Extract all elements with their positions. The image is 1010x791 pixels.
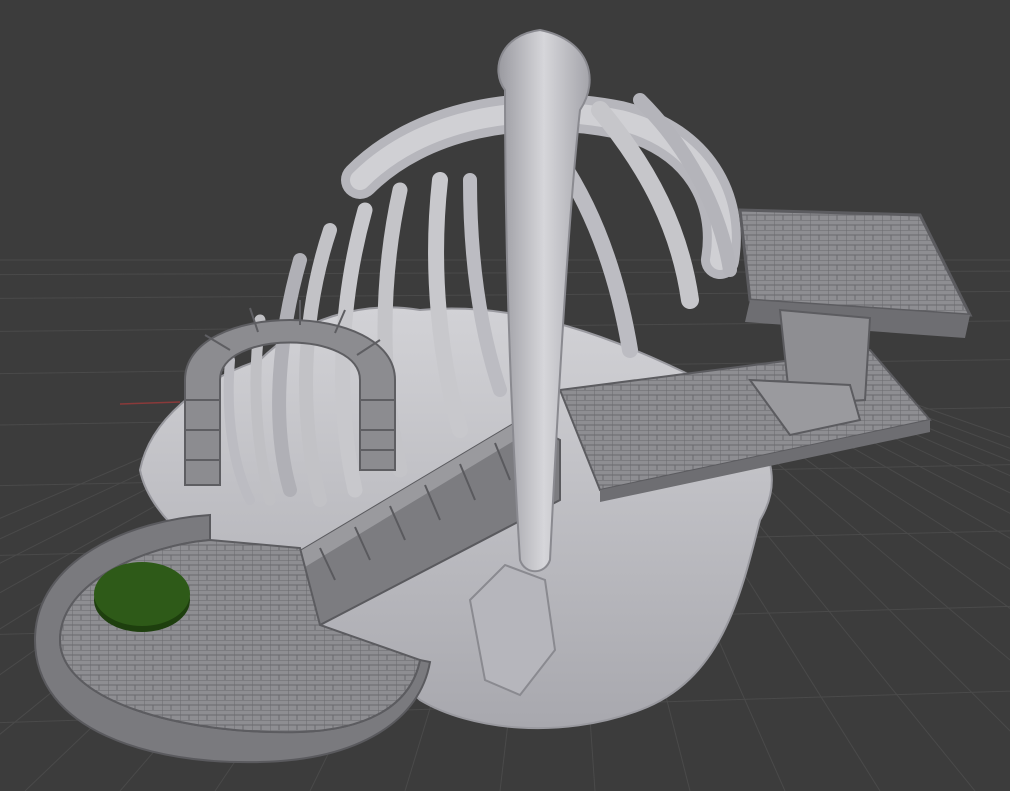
3d-viewport[interactable] — [0, 0, 1010, 791]
green-marker[interactable] — [94, 562, 190, 632]
x-axis-line — [119, 401, 181, 405]
scene-canvas[interactable] — [0, 0, 1010, 791]
